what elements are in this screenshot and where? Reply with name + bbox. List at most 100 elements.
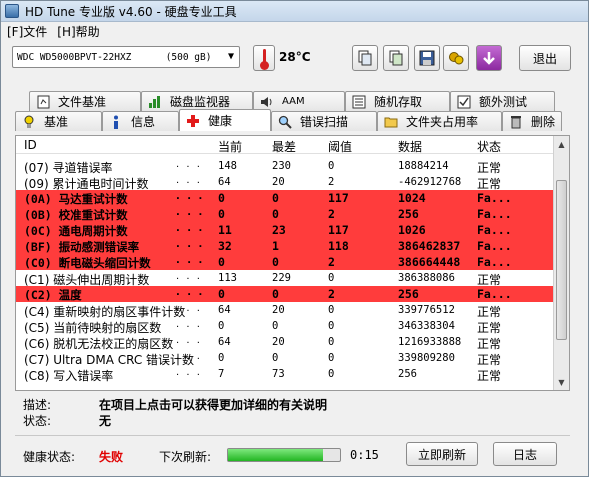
tab-label: 健康 — [208, 114, 233, 128]
divider — [15, 435, 570, 436]
cell-threshold: 0 — [328, 272, 335, 284]
cell-worst: 73 — [272, 368, 285, 380]
tab-info[interactable]: 信息 — [102, 111, 179, 131]
tab-folder-usage[interactable]: 文件夹占用率 — [377, 111, 502, 131]
table-row[interactable]: (C5) 当前待映射的扇区数. . . 0 0 0 346338304 正常 — [16, 318, 554, 335]
save-icon — [419, 50, 435, 66]
table-row[interactable]: (C7) Ultra DMA CRC 错误计数. . . 0 0 0 339809280… — [16, 350, 554, 367]
cell-current: 0 — [218, 191, 225, 205]
cell-worst: 0 — [272, 287, 279, 301]
cell-status: Fa... — [477, 207, 512, 221]
menu-bar: [F]文件 [H]帮助 — [1, 22, 588, 40]
cell-current: 7 — [218, 368, 225, 380]
header-id[interactable]: ID — [24, 138, 37, 152]
tab-label: 基准 — [44, 115, 69, 129]
exit-button[interactable]: 退出 — [519, 45, 571, 71]
header-threshold[interactable]: 阈值 — [328, 138, 352, 155]
table-row[interactable]: (C4) 重新映射的扇区事件计数. . . 64 20 0 339776512 正常 — [16, 302, 554, 319]
cell-threshold: 118 — [328, 239, 349, 253]
tab-label: 错误扫描 — [300, 115, 349, 129]
refresh-progress-bar — [227, 448, 341, 462]
drive-select[interactable]: WDC WD5000BPVT-22HXZ (500 gB) ▼ — [12, 46, 240, 68]
save-button[interactable] — [414, 45, 440, 71]
download-button[interactable] — [476, 45, 502, 71]
cell-current: 32 — [218, 239, 232, 253]
cell-id: (C8) 写入错误率 — [24, 369, 114, 383]
tab-aam[interactable]: AAM — [253, 91, 345, 111]
folder-icon — [384, 115, 398, 129]
scroll-thumb[interactable] — [556, 180, 567, 340]
table-row[interactable]: (09) 累计通电时间计数. . . 64 20 2 -462912768 正常 — [16, 174, 554, 191]
row-dots: . . . — [176, 351, 202, 362]
cell-id: (C2) 温度 — [24, 288, 82, 302]
log-button[interactable]: 日志 — [493, 442, 557, 466]
cell-current: 64 — [218, 336, 231, 348]
tab-extra-tests[interactable]: 额外测试 — [450, 91, 555, 111]
table-row[interactable]: (C8) 写入错误率 . . . 7 73 0 256 正常 — [16, 366, 554, 383]
cell-current: 0 — [218, 320, 225, 332]
cell-threshold: 0 — [328, 368, 335, 380]
cell-current: 64 — [218, 176, 231, 188]
cell-data: 386664448 — [398, 255, 461, 269]
menu-help[interactable]: [H]帮助 — [57, 23, 99, 40]
vertical-scrollbar[interactable]: ▲ ▼ — [553, 136, 569, 390]
header-worst[interactable]: 最差 — [272, 138, 296, 155]
scroll-up-icon[interactable]: ▲ — [555, 137, 568, 151]
table-row[interactable]: (0A) 马达重试计数 . . . 0 0 117 1024 Fa... — [16, 190, 554, 206]
cell-worst: 0 — [272, 207, 279, 221]
tab-erase[interactable]: 删除 — [502, 111, 562, 131]
table-row[interactable]: (07) 寻道错误率. . . 148 230 0 18884214 正常 — [16, 158, 554, 175]
table-row[interactable]: (0C) 通电周期计数 . . . 11 23 117 1026 Fa... — [16, 222, 554, 238]
refresh-now-button[interactable]: 立即刷新 — [406, 442, 478, 466]
options-icon — [449, 52, 464, 65]
cell-worst: 0 — [272, 320, 279, 332]
cell-threshold: 0 — [328, 304, 335, 316]
cell-data: 386388086 — [398, 272, 455, 284]
health-status-label: 健康状态: — [23, 450, 76, 464]
header-status[interactable]: 状态 — [477, 138, 501, 155]
table-row[interactable]: (C1) 磁头伸出周期计数. . . 113 229 0 386388086 正常 — [16, 270, 554, 287]
cell-id: (0B) 校准重试计数 — [24, 208, 128, 222]
row-dots: . . . — [176, 175, 202, 186]
cell-data: -462912768 — [398, 176, 462, 188]
tab-benchmark[interactable]: 基准 — [15, 111, 102, 131]
copy-all-button[interactable] — [383, 45, 409, 71]
tab-file-benchmark[interactable]: 文件基准 — [29, 91, 141, 111]
cell-status: Fa... — [477, 255, 512, 269]
tab-disk-monitor[interactable]: 磁盘监视器 — [141, 91, 253, 111]
cell-data: 256 — [398, 287, 419, 301]
tab-error-scan[interactable]: 错误扫描 — [271, 111, 377, 131]
tab-random-access[interactable]: 随机存取 — [345, 91, 450, 111]
row-dots: . . . — [176, 159, 202, 170]
cell-data: 1026 — [398, 223, 426, 237]
cell-status: 正常 — [477, 369, 502, 383]
health-status-value: 失败 — [99, 450, 124, 464]
cell-threshold: 2 — [328, 287, 335, 301]
row-dots: . . . — [176, 207, 205, 218]
cell-status: Fa... — [477, 191, 512, 205]
cell-threshold: 2 — [328, 255, 335, 269]
row-dots: . . . — [176, 287, 205, 298]
row-dots: . . . — [176, 303, 202, 314]
speaker-icon — [260, 95, 274, 109]
tabs-top-row: 文件基准 磁盘监视器 AAM 随机存取 额外测试 — [29, 91, 555, 111]
cell-data: 256 — [398, 207, 419, 221]
random-access-icon — [352, 95, 366, 109]
table-row[interactable]: (C2) 温度 . . . 0 0 2 256 Fa... — [16, 286, 554, 302]
table-row[interactable]: (BF) 振动感测错误率 . . . 32 1 118 386462837 Fa... — [16, 238, 554, 254]
header-current[interactable]: 当前 — [218, 138, 242, 155]
header-data[interactable]: 数据 — [398, 138, 422, 155]
tab-label: AAM — [282, 96, 305, 107]
cell-worst: 1 — [272, 239, 279, 253]
table-row[interactable]: (0B) 校准重试计数 . . . 0 0 2 256 Fa... — [16, 206, 554, 222]
next-refresh-label: 下次刷新: — [159, 450, 212, 464]
table-row[interactable]: (C6) 脱机无法校正的扇区数. . . 64 20 0 1216933888 正常 — [16, 334, 554, 351]
tab-health[interactable]: 健康 — [179, 109, 271, 131]
copy-button[interactable] — [352, 45, 378, 71]
cell-worst: 23 — [272, 223, 286, 237]
cell-worst: 230 — [272, 160, 291, 172]
scroll-down-icon[interactable]: ▼ — [555, 375, 568, 389]
menu-file[interactable]: [F]文件 — [7, 23, 47, 40]
options-button[interactable] — [443, 45, 469, 71]
table-row[interactable]: (C0) 断电磁头缩回计数 . . . 0 0 2 386664448 Fa... — [16, 254, 554, 270]
